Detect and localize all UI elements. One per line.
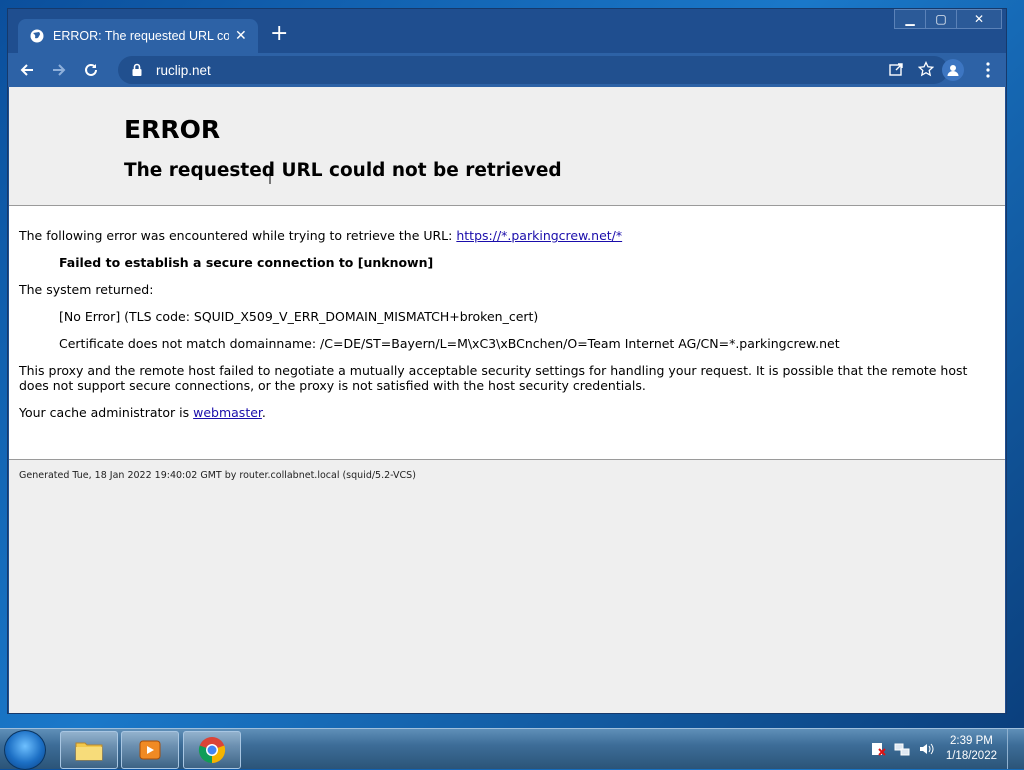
maximize-button[interactable]: ▢ — [925, 9, 957, 29]
browser-toolbar: ruclip.net — [8, 53, 1006, 87]
forward-button[interactable] — [46, 57, 72, 83]
text-cursor-icon — [269, 168, 271, 184]
media-player-icon — [139, 740, 161, 760]
star-icon[interactable] — [918, 61, 934, 77]
browser-window: ERROR: The requested URL could ✕ + ▁ ▢ ✕… — [7, 8, 1007, 714]
minimize-button[interactable]: ▁ — [894, 9, 926, 29]
title-bar: ERROR: The requested URL could ✕ + ▁ ▢ ✕ — [8, 9, 1006, 53]
action-center-icon[interactable] — [870, 741, 886, 757]
lock-icon[interactable] — [130, 63, 144, 77]
menu-button[interactable] — [986, 62, 990, 82]
intro-text: The following error was encountered whil… — [19, 228, 457, 243]
cache-admin-line: Your cache administrator is webmaster. — [19, 405, 995, 420]
proxy-message: This proxy and the remote host failed to… — [19, 363, 968, 393]
kebab-menu-icon — [986, 62, 990, 78]
taskbar-explorer[interactable] — [60, 731, 118, 769]
error-intro: The following error was encountered whil… — [19, 228, 995, 243]
system-clock[interactable]: 2:39 PM 1/18/2022 — [946, 734, 997, 764]
error-header: ERROR The requested URL could not be ret… — [9, 87, 1005, 206]
forward-arrow-icon — [53, 64, 66, 76]
back-button[interactable] — [14, 57, 40, 83]
clock-date: 1/18/2022 — [945, 750, 997, 762]
error-failed-message: Failed to establish a secure connection … — [59, 255, 434, 270]
reload-icon — [85, 63, 97, 76]
close-button[interactable]: ✕ — [956, 9, 1002, 29]
taskbar-media-player[interactable] — [121, 731, 179, 769]
address-bar-actions — [888, 61, 934, 77]
window-controls: ▁ ▢ ✕ — [894, 9, 1002, 29]
network-icon[interactable] — [894, 741, 910, 757]
show-desktop-button[interactable] — [1007, 729, 1018, 769]
cache-admin-end: . — [261, 405, 266, 420]
new-tab-button[interactable]: + — [270, 23, 288, 45]
page-content: ERROR The requested URL could not be ret… — [9, 87, 1005, 713]
volume-icon[interactable] — [918, 741, 934, 757]
tls-error-code: [No Error] (TLS code: SQUID_X509_V_ERR_D… — [59, 309, 539, 324]
clock-time: 2:39 PM — [950, 735, 993, 747]
cache-admin-text: Your cache administrator is — [19, 405, 194, 420]
taskbar: 2:39 PM 1/18/2022 — [0, 728, 1024, 770]
error-subtitle: The requested URL could not be retrieved — [124, 160, 562, 181]
certificate-message: Certificate does not match domainname: /… — [59, 336, 840, 351]
url-text[interactable]: ruclip.net — [156, 63, 211, 78]
error-title: ERROR — [124, 115, 221, 144]
chrome-icon — [198, 737, 226, 764]
generated-info: Generated Tue, 18 Jan 2022 19:40:02 GMT … — [19, 470, 416, 481]
back-arrow-icon — [20, 64, 33, 76]
taskbar-chrome[interactable] — [183, 731, 241, 769]
error-footer: Generated Tue, 18 Jan 2022 19:40:02 GMT … — [9, 459, 1005, 713]
error-url-link[interactable]: https://*.parkingcrew.net/* — [456, 228, 622, 243]
webmaster-link[interactable]: webmaster — [193, 405, 262, 420]
reload-button[interactable] — [78, 57, 104, 83]
error-body: The following error was encountered whil… — [9, 206, 1005, 420]
profile-button[interactable] — [942, 59, 964, 81]
system-returned-label: The system returned: — [19, 282, 154, 297]
folder-icon — [75, 742, 103, 761]
profile-icon — [947, 65, 959, 76]
tab-close-icon[interactable]: ✕ — [235, 28, 247, 44]
tab-title: ERROR: The requested URL could — [53, 29, 229, 43]
tab-active[interactable]: ERROR: The requested URL could ✕ — [18, 19, 258, 53]
system-tray: 2:39 PM 1/18/2022 — [870, 729, 1018, 769]
start-button[interactable] — [4, 730, 46, 770]
globe-icon — [30, 29, 44, 43]
share-icon[interactable] — [888, 61, 904, 77]
address-bar[interactable]: ruclip.net — [118, 56, 948, 84]
